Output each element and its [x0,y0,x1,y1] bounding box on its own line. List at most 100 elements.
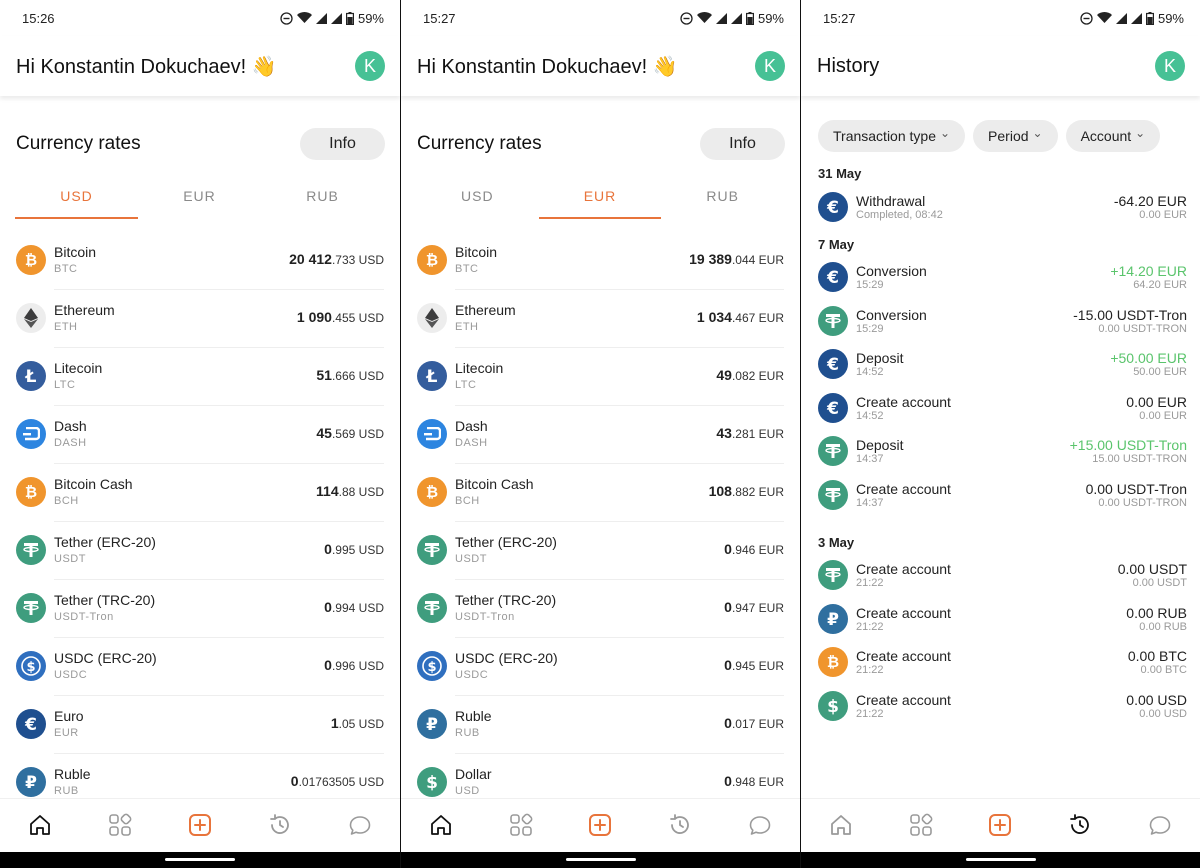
info-button[interactable]: Info [300,128,385,160]
transaction-title: Deposit [856,437,904,454]
amount-value: 0.00 USD [1126,691,1187,708]
home-gesture-pill[interactable] [566,858,636,861]
rate-row[interactable]: Tether (TRC-20) USDT-Tron 0.947 EUR [401,579,800,638]
rate-row[interactable]: Ł Litecoin LTC 49.082 EUR [401,347,800,406]
transaction-row[interactable]: € Deposit 14:52 +50.00 EUR 50.00 EUR [801,343,1200,387]
nav-item-chat[interactable] [340,807,380,847]
rate-row-body: Bitcoin BTC 20 412.733 USD [54,231,384,290]
rate-row[interactable]: Tether (ERC-20) USDT 0.995 USD [0,521,400,580]
tab-usd[interactable]: USD [15,188,138,219]
home-gesture-pill[interactable] [966,858,1036,861]
tab-rub[interactable]: RUB [661,188,784,219]
rate-row[interactable]: € Euro EUR 1.05 USD [0,695,400,754]
currency-name: USDC (ERC-20) [54,650,157,666]
rate-row[interactable]: ₿ Bitcoin Cash BCH 114.88 USD [0,463,400,522]
nav-item-apps[interactable] [501,807,541,847]
transaction-row[interactable]: € Conversion 15:29 +14.20 EUR 64.20 EUR [801,256,1200,300]
svg-text:€: € [826,268,839,286]
avatar[interactable]: K [355,51,385,81]
rate-integer: 19 389 [689,250,732,267]
home-gesture-pill[interactable] [165,858,235,861]
rate-row-body: USDC (ERC-20) USDC 0.996 USD [54,637,384,696]
nav-item-apps[interactable] [100,807,140,847]
rate-value: 108.882 EUR [709,483,784,501]
filter-transaction-type[interactable]: Transaction type ⌄ [818,120,966,152]
rate-row[interactable]: Ethereum ETH 1 034.467 EUR [401,289,800,348]
screens: 15:26 59% Hi Konstantin Dokuchaev! 👋 K Curre… [0,0,1200,868]
rate-row-body: Tether (TRC-20) USDT-Tron 0.994 USD [54,579,384,638]
battery-percent: 59% [757,10,784,26]
transaction-row[interactable]: € Withdrawal Completed, 08:42 -64.20 EUR 0.0… [801,185,1200,229]
nav-item-history[interactable] [260,807,300,847]
nav-item-history[interactable] [1060,807,1100,847]
system-nav-bar [0,852,400,868]
currency-info: Ethereum ETH [455,302,697,333]
svg-text:Ł: Ł [25,367,37,385]
currency-name: Litecoin [455,360,504,376]
rate-row[interactable]: $ USDC (ERC-20) USDC 0.945 EUR [401,637,800,696]
nav-item-home[interactable] [821,807,861,847]
tab-rub[interactable]: RUB [261,188,384,219]
rate-row-body: Ethereum ETH 1 034.467 EUR [455,289,784,348]
tab-eur[interactable]: EUR [538,188,662,219]
nav-item-apps[interactable] [901,807,941,847]
nav-item-add[interactable] [580,807,620,847]
rate-row[interactable]: Dash DASH 45.569 USD [0,405,400,464]
avatar[interactable]: K [755,51,785,81]
rates-header: Currency rates Info [401,128,800,160]
battery-icon [345,11,354,25]
nav-item-home[interactable] [421,807,461,847]
transaction-row[interactable]: Create account 14:37 0.00 USDT-Tron 0.00 US… [801,473,1200,517]
rate-row[interactable]: Ł Litecoin LTC 51.666 USD [0,347,400,406]
nav-item-home[interactable] [20,807,60,847]
status-icons: 59% [1080,11,1184,26]
transaction-row[interactable]: Create account 21:22 0.00 USDT 0.00 USDT [801,554,1200,598]
wifi-icon [1096,12,1112,24]
currency-code: DASH [54,437,87,449]
transaction-time: 14:37 [856,496,884,509]
rate-integer: 43 [716,424,732,441]
rate-row[interactable]: ₿ Bitcoin Cash BCH 108.882 EUR [401,463,800,522]
rate-row[interactable]: ₿ Bitcoin BTC 20 412.733 USD [0,231,400,290]
rate-integer: 0 [290,772,299,789]
bitcoin-icon: ₿ [417,245,447,275]
rate-integer: 1 090 [296,308,332,325]
rates-title: Currency rates [16,133,141,154]
status-time: 15:27 [423,10,456,26]
rate-value: 0.946 EUR [724,541,784,559]
nav-item-chat[interactable] [740,807,780,847]
nav-item-history[interactable] [660,807,700,847]
litecoin-icon: Ł [16,361,46,391]
tab-usd[interactable]: USD [416,188,539,219]
transaction-row[interactable]: ₽ Create account 21:22 0.00 RUB 0.00 RUB [801,597,1200,641]
filter-account[interactable]: Account ⌄ [1065,120,1161,152]
rate-row[interactable]: Dash DASH 43.281 EUR [401,405,800,464]
currency-info: USDC (ERC-20) USDC [54,650,324,681]
transaction-row[interactable]: $ Create account 21:22 0.00 USD 0.00 USD [801,684,1200,728]
transaction-row[interactable]: Deposit 14:37 +15.00 USDT-Tron 15.00 USDT-T… [801,430,1200,474]
nav-item-chat[interactable] [1140,807,1180,847]
rate-row[interactable]: Ethereum ETH 1 090.455 USD [0,289,400,348]
rate-row[interactable]: Tether (ERC-20) USDT 0.946 EUR [401,521,800,580]
rate-row-body: Litecoin LTC 49.082 EUR [455,347,784,406]
currency-info: Bitcoin Cash BCH [54,476,316,507]
rate-row[interactable]: ₽ Ruble RUB 0.017 EUR [401,695,800,754]
avatar[interactable]: K [1155,51,1185,81]
svg-text:₿: ₿ [426,483,438,501]
nav-item-add[interactable] [180,807,220,847]
currency-code: RUB [455,727,480,739]
rate-row[interactable]: Tether (TRC-20) USDT-Tron 0.994 USD [0,579,400,638]
rate-row[interactable]: $ USDC (ERC-20) USDC 0.996 USD [0,637,400,696]
amount-value: 0.00 RUB [1126,604,1187,621]
filter-period[interactable]: Period ⌄ [973,120,1058,152]
info-button[interactable]: Info [700,128,785,160]
transaction-row[interactable]: Conversion 15:29 -15.00 USDT-Tron 0.00 USDT… [801,299,1200,343]
transaction-row[interactable]: ₿ Create account 21:22 0.00 BTC 0.00 BTC [801,641,1200,685]
transaction-row[interactable]: € Create account 14:52 0.00 EUR 0.00 EUR [801,386,1200,430]
add-icon [988,813,1012,842]
nav-item-add[interactable] [980,807,1020,847]
tab-eur[interactable]: EUR [138,188,261,219]
rate-row[interactable]: ₿ Bitcoin BTC 19 389.044 EUR [401,231,800,290]
chat-icon [348,814,372,841]
transaction-title: Create account [856,691,951,708]
